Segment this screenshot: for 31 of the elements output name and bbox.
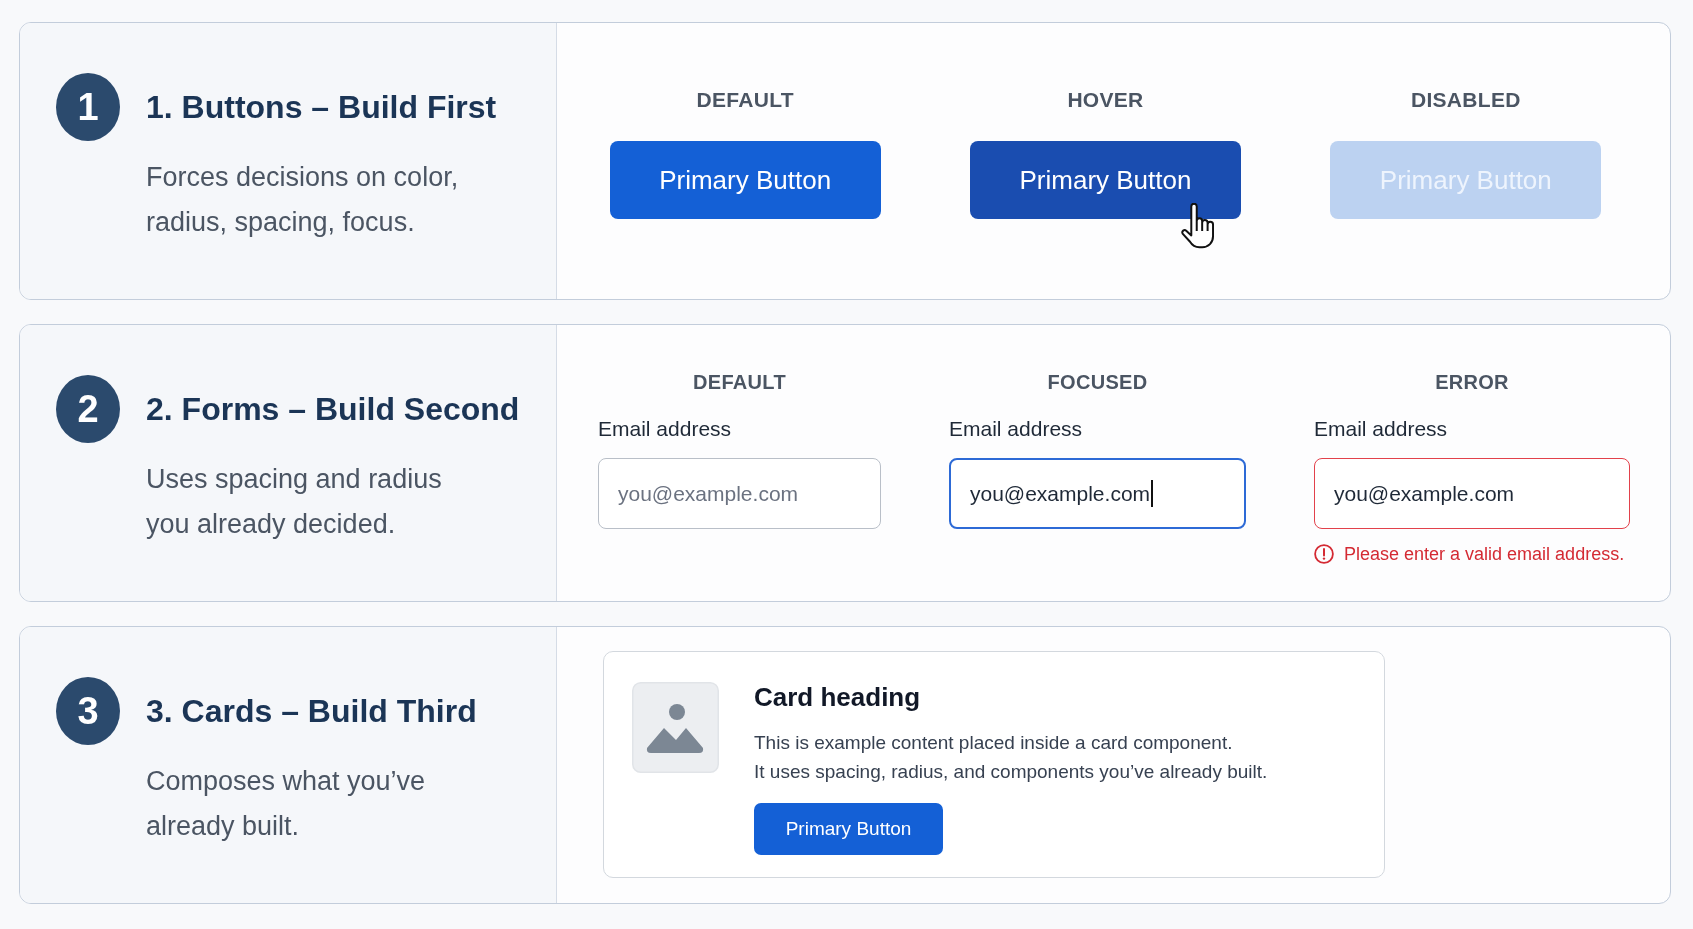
- field-label: Email address: [1314, 416, 1449, 442]
- field-label: Email address: [949, 416, 1084, 442]
- state-label: DEFAULT: [692, 370, 787, 395]
- image-placeholder-icon: [632, 682, 719, 773]
- email-input-field[interactable]: you@example.com: [1314, 458, 1630, 529]
- step-number-badge: 3: [56, 677, 120, 745]
- primary-button[interactable]: Primary Button: [754, 803, 943, 855]
- state-label: ERROR: [1434, 370, 1510, 395]
- email-input-field[interactable]: you@example.com: [949, 458, 1246, 529]
- card-text: This is example content placed inside a card component.: [754, 731, 1233, 755]
- field-label: Email address: [598, 416, 733, 442]
- section-description: Uses spacing and radius you already decided.: [146, 463, 443, 541]
- primary-button[interactable]: Primary Button: [609, 141, 881, 219]
- section-title: 3. Cards – Build Third: [146, 692, 477, 731]
- section-title: 2. Forms – Build Second: [146, 390, 520, 429]
- state-label: DEFAULT: [696, 87, 794, 113]
- error-message: Please enter a valid email address.: [1344, 543, 1625, 565]
- error-icon: [1314, 544, 1334, 564]
- step-number-badge: 2: [56, 375, 120, 443]
- card-heading: Card heading: [754, 682, 921, 712]
- card-text: It uses spacing, radius, and components you’ve already built.: [754, 760, 1268, 784]
- email-input-field[interactable]: you@example.com: [598, 458, 881, 529]
- state-label: FOCUSED: [1046, 370, 1149, 395]
- state-label: DISABLED: [1410, 87, 1521, 113]
- section-description: Composes what you’ve already built.: [146, 765, 427, 843]
- section-title: 1. Buttons – Build First: [146, 88, 497, 127]
- step-number-badge: 1: [56, 73, 120, 141]
- text-caret-icon: [1151, 480, 1154, 507]
- hand-pointer-icon: [1180, 203, 1216, 249]
- state-label: HOVER: [1067, 87, 1144, 113]
- section-description: Forces decisions on color, radius, spacing, focus.: [146, 161, 460, 239]
